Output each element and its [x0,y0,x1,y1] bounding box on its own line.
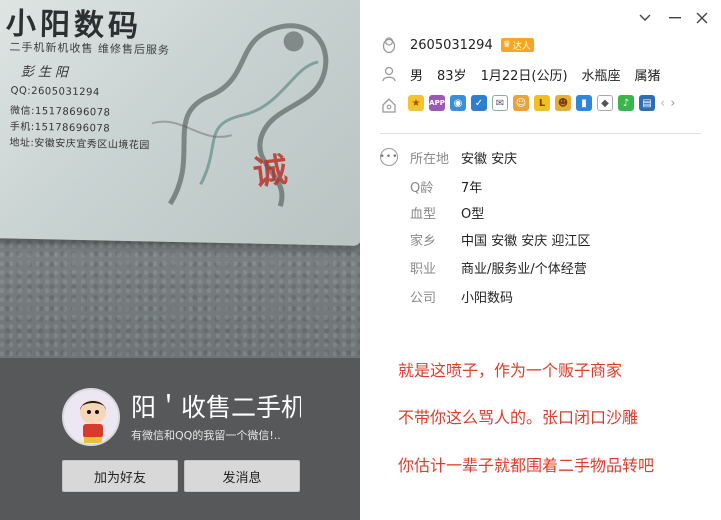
avatar[interactable] [62,388,120,446]
detail-value: O型 [461,207,485,222]
qq-number[interactable]: 2605031294 [410,38,493,53]
detail-q-age: Q龄 7年 [410,177,482,196]
house-icon [380,96,398,114]
zodiac: 水瓶座 [581,68,621,84]
card-line-address: 地址:安徽安庆宜秀区山境花园 [9,137,150,152]
annotation-line-1: 就是这喷子，作为一个贩子商家 [398,361,623,380]
detail-value: 商业/服务业/个体经营 [461,262,587,277]
close-icon[interactable] [694,10,710,26]
avatar-cartoon-icon [64,390,118,444]
vip-badge-label: 达人 [512,41,531,52]
mail-badge-icon[interactable]: ✉ [492,95,508,111]
more-info-icon[interactable]: ••• [380,148,398,166]
person-badge-icon[interactable]: ☺ [513,95,529,111]
card-line-wechat: 微信:15178696078 [9,105,111,119]
detail-key: 所在地 [410,152,450,167]
detail-key: 家乡 [410,234,437,249]
detail-value: 小阳数码 [461,291,514,306]
crown-icon: ♛ [502,40,511,50]
left-panel: 小阳数码 二手机新机收售 维修售后服务 彭生阳 QQ:2605031294 微信… [0,0,360,520]
detail-key: 公司 [410,291,437,306]
diamond-badge-icon[interactable]: ◆ [597,95,613,111]
info-panel: 2605031294 ♛ 达人 男 83岁 1月22日(公历) 水瓶座 属猪 ★ … [360,0,721,520]
add-friend-button[interactable]: 加为好友 [62,460,178,492]
card-subtitle: 二手机新机收售 维修售后服务 [9,40,171,57]
penguin-icon [380,36,398,54]
detail-value: 安徽 安庆 [461,152,518,167]
detail-blood-type: 血型 O型 [410,203,484,222]
ink-dragon-illustration [151,23,329,207]
badges-row [380,95,410,115]
leather-background [0,225,360,358]
person-icon [380,65,398,83]
nickname: 阳＇收售二手机 [131,393,301,422]
pet-badge-icon[interactable]: ☻ [555,95,571,111]
business-card: 小阳数码 二手机新机收售 维修售后服务 彭生阳 QQ:2605031294 微信… [0,0,360,246]
cover-photo: 小阳数码 二手机新机收售 维修售后服务 彭生阳 QQ:2605031294 微信… [0,0,360,358]
send-message-button[interactable]: 发消息 [184,460,300,492]
star-badge-icon[interactable]: ★ [408,95,424,111]
minimize-icon[interactable] [667,10,683,26]
qq-number-row: 2605031294 ♛ 达人 [380,35,534,55]
detail-value: 7年 [461,181,483,196]
detail-value: 中国 安徽 安庆 迎江区 [461,234,591,249]
detail-key: 职业 [410,262,437,277]
chinese-zodiac: 属猪 [634,68,661,84]
service-badges: ★ APP ◉ ✓ ✉ ☺ L ☻ ▮ ◆ ♪ ▤ ‹ › [408,95,675,111]
signature: 有微信和QQ的我留一个微信!.. [131,429,281,442]
annotation-line-2: 不带你这么骂人的。张口闭口沙雕 [398,408,639,427]
app-badge-icon[interactable]: APP [429,95,445,111]
gender: 男 [410,68,424,84]
divider [380,133,701,134]
card-line-qq: QQ:2605031294 [10,85,100,99]
annotation-line-3: 你估计一辈子就都围着二手物品转吧 [398,456,655,475]
shield-badge-icon[interactable]: ✓ [471,95,487,111]
detail-company: 公司 小阳数码 [410,287,513,306]
detail-occupation: 职业 商业/服务业/个体经营 [410,258,587,277]
music-badge-icon[interactable]: ♪ [618,95,634,111]
detail-hometown: 家乡 中国 安徽 安庆 迎江区 [410,230,590,249]
detail-key: 血型 [410,207,437,222]
phone-badge-icon[interactable]: ▮ [576,95,592,111]
personal-info-row: 男 83岁 1月22日(公历) 水瓶座 属猪 [380,64,661,84]
chevron-down-icon[interactable] [637,10,653,26]
profile-panel: 阳＇收售二手机 有微信和QQ的我留一个微信!.. 加为好友 发消息 [0,358,360,520]
coin-badge-icon[interactable]: L [534,95,550,111]
detail-key: Q龄 [410,181,434,196]
card-line-phone: 手机:15178696078 [9,121,111,135]
camera-badge-icon[interactable]: ◉ [450,95,466,111]
chevron-left-icon[interactable]: ‹ [660,96,665,111]
card-name: 彭生阳 [20,64,73,81]
detail-location: 所在地 安徽 安庆 [410,148,517,167]
chevron-right-icon[interactable]: › [670,96,675,111]
book-badge-icon[interactable]: ▤ [639,95,655,111]
vip-badge: ♛ 达人 [500,38,534,52]
card-seal: 诚 [251,150,290,194]
age: 83岁 [437,68,467,84]
birthday: 1月22日(公历) [480,68,568,84]
